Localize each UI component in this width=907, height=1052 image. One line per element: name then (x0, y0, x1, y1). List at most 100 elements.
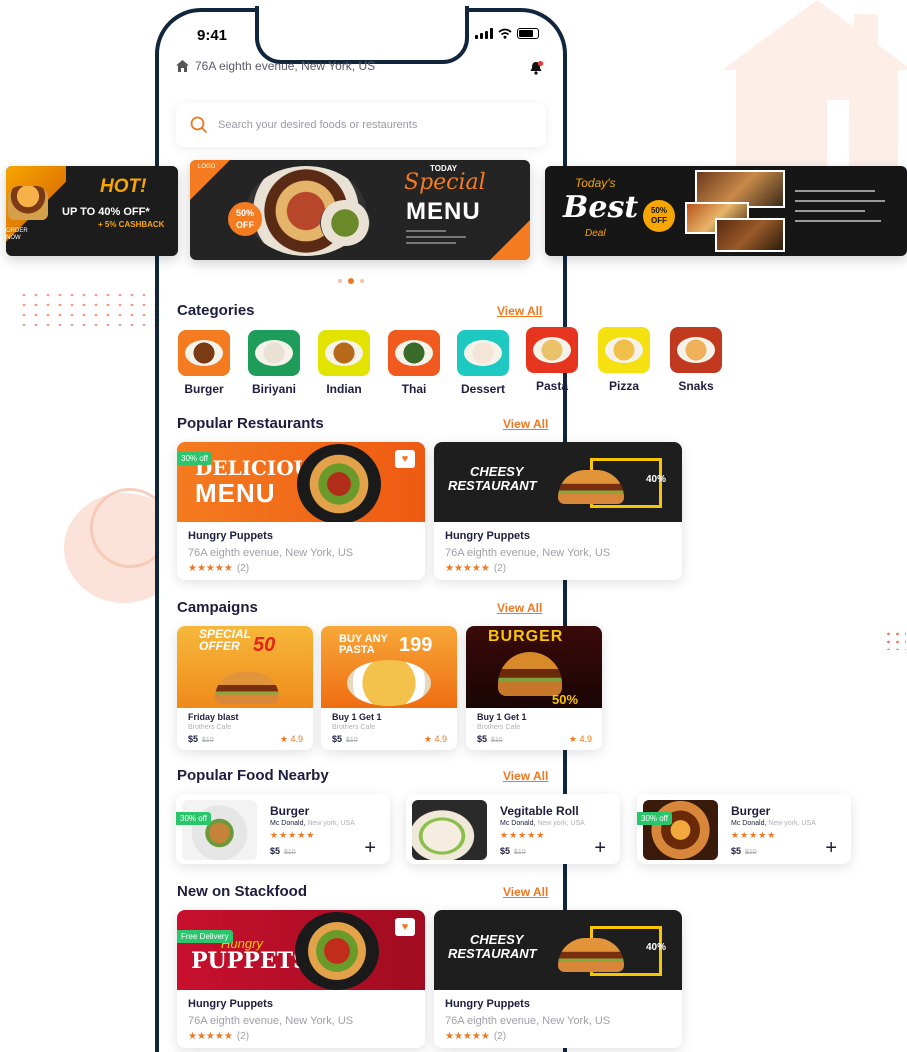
categories-view-all-link[interactable]: View All (497, 304, 542, 318)
campaign-shop: Brothers Cafe (332, 724, 376, 731)
food-shop: Mc Donald, New york, USA (731, 820, 816, 827)
restaurant-card[interactable]: DELICIOUS MENU 30% off ♥ Hungry Puppets … (177, 442, 425, 580)
popular-restaurants-title: Popular Restaurants (177, 415, 324, 432)
campaign-price: $5 $10 (188, 734, 214, 744)
background-dots (884, 630, 906, 650)
add-to-cart-plus-icon[interactable]: + (594, 838, 606, 858)
campaign-banner-percent: 199 (399, 634, 433, 656)
category-item-indian[interactable]: Indian (316, 330, 372, 396)
battery-icon (517, 28, 539, 39)
discount-badge: 50% OFF (228, 202, 262, 236)
rating-stars: ★★★★★ (731, 830, 777, 840)
restaurant-card[interactable]: CHEESY RESTAURANT 40% Hungry Puppets 76A… (434, 910, 682, 1048)
search-bar[interactable]: Search your desired foods or restaurents (176, 103, 546, 147)
banner-contact-lines (406, 230, 476, 252)
rating-stars: ★★★★★ (500, 830, 546, 840)
campaign-name: Friday blast (188, 712, 239, 722)
review-count: (2) (493, 1031, 507, 1042)
add-to-cart-plus-icon[interactable]: + (825, 838, 837, 858)
promo-banner-special-menu[interactable]: LOGO 50% OFF TODAY Special MENU (190, 160, 530, 260)
campaign-banner-text: SPECIAL OFFER (199, 627, 251, 653)
campaign-banner-text: BUY ANY PASTA (339, 633, 388, 656)
category-item-thai[interactable]: Thai (386, 330, 442, 396)
shop-name: Mc Donald, (270, 820, 306, 827)
food-price: $5 $10 (270, 846, 296, 856)
banner-cta: ORDER NOW (6, 228, 28, 241)
campaign-rating: ★ 4.9 (280, 734, 303, 745)
food-card[interactable]: Vegitable Roll Mc Donald, New york, USA … (406, 794, 620, 864)
banner-title: CHEESY (470, 932, 524, 947)
location-address: 76A eighth evenue, New York, US (195, 59, 376, 73)
campaign-banner: BURGER 50% (466, 626, 602, 708)
food-card[interactable]: 30% off Burger Mc Donald, New york, USA … (176, 794, 390, 864)
campaign-shop: Brothers Cafe (477, 724, 521, 731)
promo-banner-best-deal[interactable]: Today's Best Deal 50% OFF (545, 166, 907, 256)
add-to-cart-plus-icon[interactable]: + (364, 838, 376, 858)
restaurant-banner: DELICIOUS MENU 30% off ♥ (177, 442, 425, 522)
campaign-banner-text: BURGER (488, 628, 564, 645)
category-item-biriyani[interactable]: Biriyani (246, 330, 302, 396)
campaign-card[interactable]: BURGER 50% Buy 1 Get 1 Brothers Cafe $5 $… (466, 626, 602, 750)
food-price: $5 $10 (500, 846, 526, 856)
category-item-snaks[interactable]: Snaks (668, 327, 724, 393)
food-card[interactable]: 30% off Burger Mc Donald, New york, USA … (637, 794, 851, 864)
category-item-burger[interactable]: Burger (176, 330, 232, 396)
banner-title: CHEESY (470, 464, 524, 479)
price-current: $5 (731, 846, 742, 856)
popular-nearby-view-all-link[interactable]: View All (503, 769, 548, 783)
banner-contact-lines (795, 190, 891, 222)
restaurant-card[interactable]: Hungry PUPPETS Free Delivery ♥ Hungry Pu… (177, 910, 425, 1048)
banner-logo-text: LOGO (198, 164, 216, 170)
discount-value: 50% (650, 206, 667, 215)
campaign-rating: ★ 4.9 (424, 734, 447, 745)
location-selector[interactable]: 76A eighth evenue, New York, US (176, 59, 375, 73)
restaurant-card[interactable]: CHEESY RESTAURANT 40% Hungry Puppets 76A… (434, 442, 682, 580)
banner-best: Best (563, 190, 639, 225)
food-shop: Mc Donald, New york, USA (500, 820, 585, 827)
discount-off: OFF (651, 216, 667, 225)
shop-city: New york, USA (307, 820, 355, 827)
promo-banner-hot[interactable]: ORDER NOW HOT! UP TO 40% OFF* + 5% CASHB… (6, 166, 178, 256)
campaign-name: Buy 1 Get 1 (332, 712, 382, 722)
campaign-card[interactable]: SPECIAL OFFER 50 Friday blast Brothers C… (177, 626, 313, 750)
food-image (643, 800, 718, 860)
restaurant-name: Hungry Puppets (445, 998, 530, 1010)
burger-image (498, 652, 562, 696)
signal-icon (475, 28, 493, 39)
favorite-heart-icon[interactable]: ♥ (395, 918, 415, 936)
campaigns-view-all-link[interactable]: View All (497, 601, 542, 615)
popular-nearby-title: Popular Food Nearby (177, 767, 329, 784)
campaign-card[interactable]: BUY ANY PASTA 199 Buy 1 Get 1 Brothers C… (321, 626, 457, 750)
food-name: Vegitable Roll (500, 804, 579, 818)
favorite-heart-icon[interactable]: ♥ (395, 450, 415, 468)
popular-restaurants-view-all-link[interactable]: View All (503, 417, 548, 431)
restaurant-location: 76A eighth evenue, New York, US (188, 1015, 354, 1027)
banner-todays: Today's (575, 176, 616, 190)
category-item-dessert[interactable]: Dessert (455, 330, 511, 396)
rating-value: 4.9 (579, 734, 592, 744)
category-label: Burger (184, 382, 224, 396)
category-image (248, 330, 300, 376)
discount-text: 40% (646, 474, 667, 485)
category-item-pizza[interactable]: Pizza (596, 327, 652, 393)
status-icons (475, 28, 539, 39)
banner-deal: Deal (585, 228, 606, 239)
new-on-stackfood-view-all-link[interactable]: View All (503, 885, 548, 899)
restaurant-name: Hungry Puppets (188, 998, 273, 1010)
category-image (388, 330, 440, 376)
pasta-plate-image (347, 660, 431, 706)
banner-special: Special (404, 170, 486, 195)
price-current: $5 (477, 734, 488, 744)
salad-plate-image (320, 200, 370, 246)
background-dots (18, 290, 158, 326)
rating-stars: ★★★★★ (270, 830, 316, 840)
notification-bell-icon[interactable] (528, 60, 544, 76)
banner-title: PUPPETS (191, 948, 309, 974)
discount-badge: 30% off (176, 812, 211, 825)
banner-subtitle: RESTAURANT (448, 946, 537, 961)
categories-title: Categories (177, 302, 255, 319)
category-item-pasta[interactable]: Pasta (524, 327, 580, 393)
campaign-banner: SPECIAL OFFER 50 (177, 626, 313, 708)
campaign-name: Buy 1 Get 1 (477, 712, 527, 722)
price-old: $10 (284, 849, 296, 856)
